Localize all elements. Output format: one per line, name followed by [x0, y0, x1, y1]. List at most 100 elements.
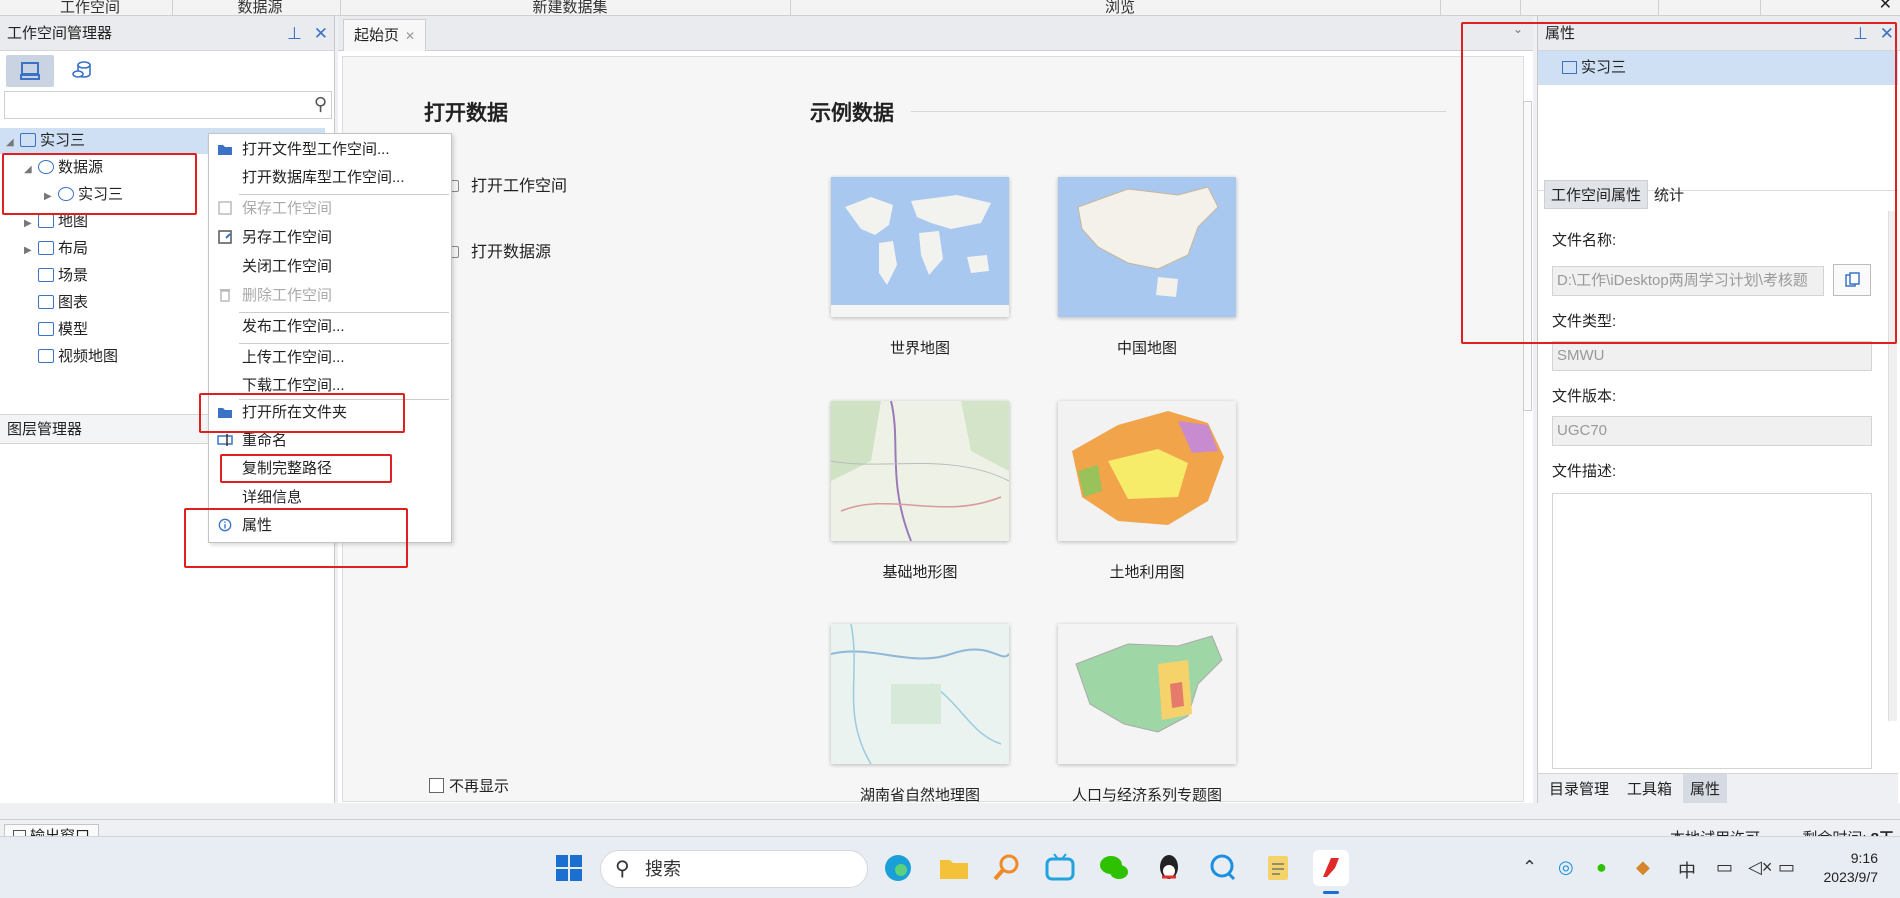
clock-date: 2023/9/7 — [1823, 869, 1879, 885]
save-as-icon — [218, 230, 232, 244]
menu-item-label: 另存工作空间 — [242, 229, 333, 246]
tree-node-scenes[interactable]: 场景 — [38, 263, 88, 289]
tab-list-dropdown-icon[interactable]: ⌄ — [1513, 22, 1523, 36]
tray-app-icon[interactable]: ◎ — [1558, 857, 1574, 878]
pin-icon[interactable]: ⊥ — [1853, 24, 1868, 43]
ribbon-separator — [1440, 0, 1441, 16]
menu-item-delete-workspace[interactable]: 删除工作空间 — [209, 282, 451, 310]
menu-item-publish-workspace[interactable]: 发布工作空间... — [209, 313, 451, 341]
scene-icon — [38, 268, 54, 282]
show-hidden-icons[interactable]: ⌃ — [1522, 857, 1537, 878]
menu-item-label: 发布工作空间... — [242, 318, 345, 335]
system-clock[interactable]: 9:16 2023/9/7 — [1824, 849, 1879, 887]
properties-scrollbar[interactable] — [1888, 211, 1897, 721]
close-tab-icon[interactable]: ✕ — [405, 29, 415, 43]
collapse-arrow-icon[interactable]: ◢ — [6, 130, 20, 156]
menu-item-close-workspace[interactable]: 关闭工作空间 — [209, 253, 451, 281]
tree-node-video-maps[interactable]: 视频地图 — [38, 344, 118, 370]
workspace-icon — [1562, 61, 1577, 74]
close-icon[interactable]: ✕ — [314, 24, 328, 43]
ribbon-group-browse[interactable]: 浏览 — [1070, 0, 1170, 17]
sample-world-map[interactable] — [831, 177, 1009, 317]
qq-icon[interactable] — [1151, 850, 1187, 886]
ribbon-group-datasource[interactable]: 数据源 — [210, 0, 310, 17]
database-view-button[interactable] — [58, 55, 106, 87]
properties-panel: 属性 ⊥ ✕ 实习三 工作空间属性 统计 文件名称: D:\工作\iDesktop两… — [1537, 16, 1900, 803]
search-icon[interactable]: ⚲ — [314, 94, 327, 115]
tab-start-page[interactable]: 起始页 ✕ — [343, 19, 427, 51]
tab-catalog[interactable]: 目录管理 — [1542, 774, 1616, 803]
tree-node-label: 地图 — [58, 213, 89, 230]
ribbon-group-workspace[interactable]: 工作空间 — [40, 0, 140, 17]
menu-item-download-workspace[interactable]: 下载工作空间... — [209, 372, 451, 400]
collapse-arrow-icon[interactable]: ◢ — [24, 157, 38, 183]
wechat-icon[interactable] — [1096, 850, 1132, 886]
menu-item-upload-workspace[interactable]: 上传工作空间... — [209, 344, 451, 372]
menu-item-details[interactable]: 详细信息 — [209, 484, 451, 512]
ribbon-group-new-dataset[interactable]: 新建数据集 — [510, 0, 630, 17]
expand-arrow-icon[interactable]: ▶ — [44, 184, 58, 210]
pin-icon[interactable]: ⊥ — [287, 24, 302, 43]
checkbox-box[interactable] — [429, 778, 444, 793]
workspace-view-button[interactable] — [6, 55, 54, 87]
open-datasource-link[interactable]: 打开数据源 — [443, 238, 551, 262]
menu-item-rename[interactable]: 重命名 — [209, 427, 451, 455]
search-app-icon[interactable] — [989, 850, 1025, 886]
chat-search-icon[interactable] — [1205, 850, 1241, 886]
edge-browser-icon[interactable] — [880, 850, 916, 886]
menu-item-open-containing-folder[interactable]: 打开所在文件夹 — [209, 399, 451, 427]
supermap-idesktop-icon[interactable] — [1313, 850, 1349, 894]
expand-arrow-icon[interactable]: ▶ — [24, 238, 38, 264]
close-icon[interactable]: ✕ — [1879, 0, 1892, 14]
start-page-scrollbar[interactable] — [1523, 101, 1532, 411]
sample-land-use-map[interactable] — [1058, 401, 1236, 541]
sample-hunan-map[interactable] — [831, 624, 1009, 764]
taskbar-search-box[interactable]: ⚲ 搜索 — [600, 850, 868, 888]
bilibili-icon[interactable] — [1042, 850, 1078, 886]
file-name-label: 文件名称: — [1552, 232, 1617, 249]
menu-item-properties[interactable]: 属性 — [209, 512, 451, 540]
file-name-field[interactable]: D:\工作\iDesktop两周学习计划\考核题 — [1552, 266, 1824, 296]
tree-node-layouts[interactable]: ▶ 布局 — [24, 236, 88, 262]
notes-app-icon[interactable] — [1260, 850, 1296, 886]
menu-item-copy-full-path[interactable]: 复制完整路径 — [209, 455, 451, 483]
sample-population-economy-map-caption: 人口与经济系列专题图 — [1071, 787, 1222, 802]
volume-muted-icon[interactable]: ◁× — [1748, 857, 1772, 878]
sample-china-map[interactable] — [1058, 177, 1236, 317]
tree-node-maps[interactable]: ▶ 地图 — [24, 209, 88, 235]
tab-toolbox[interactable]: 工具箱 — [1620, 774, 1679, 803]
file-version-field[interactable]: UGC70 — [1552, 416, 1872, 446]
sample-population-economy-map[interactable] — [1058, 624, 1236, 764]
menu-item-save-workspace[interactable]: 保存工作空间 — [209, 195, 451, 223]
start-button[interactable] — [551, 850, 587, 886]
properties-selected-item[interactable]: 实习三 — [1538, 51, 1898, 85]
menu-item-save-as-workspace[interactable]: 另存工作空间 — [209, 224, 451, 252]
tray-wechat-icon[interactable]: ● — [1596, 857, 1607, 878]
tab-statistics[interactable]: 统计 — [1648, 181, 1690, 208]
workspace-search-input[interactable]: ⚲ — [4, 91, 332, 119]
file-description-field[interactable] — [1552, 493, 1872, 769]
open-workspace-link[interactable]: 打开工作空间 — [443, 172, 567, 196]
network-icon[interactable]: ▭ — [1716, 857, 1733, 878]
tray-app-icon[interactable]: ◆ — [1636, 857, 1650, 878]
tree-node-datasources[interactable]: ◢ 数据源 — [24, 155, 103, 181]
tree-node-label: 数据源 — [58, 159, 104, 176]
sample-terrain-map[interactable] — [831, 401, 1009, 541]
open-folder-icon — [218, 145, 232, 155]
copy-path-button[interactable] — [1833, 264, 1871, 296]
menu-item-open-file-workspace[interactable]: 打开文件型工作空间... — [209, 136, 451, 164]
file-type-field[interactable]: SMWU — [1552, 341, 1872, 371]
tab-properties[interactable]: 属性 — [1683, 774, 1728, 803]
menu-item-open-db-workspace[interactable]: 打开数据库型工作空间... — [209, 164, 451, 192]
tree-node-models[interactable]: 模型 — [38, 317, 88, 343]
input-method-indicator[interactable]: 中 — [1678, 857, 1696, 883]
file-explorer-icon[interactable] — [936, 850, 972, 886]
tree-node-datasource-item[interactable]: ▶ 实习三 — [44, 182, 123, 208]
expand-arrow-icon[interactable]: ▶ — [24, 211, 38, 237]
dont-show-again-checkbox[interactable]: 不再显示 — [429, 775, 509, 796]
tree-node-charts[interactable]: 图表 — [38, 290, 88, 316]
database-icon — [72, 61, 91, 78]
battery-icon[interactable]: ▭ — [1778, 857, 1795, 878]
tab-workspace-properties[interactable]: 工作空间属性 — [1544, 180, 1649, 209]
close-icon[interactable]: ✕ — [1880, 24, 1894, 43]
